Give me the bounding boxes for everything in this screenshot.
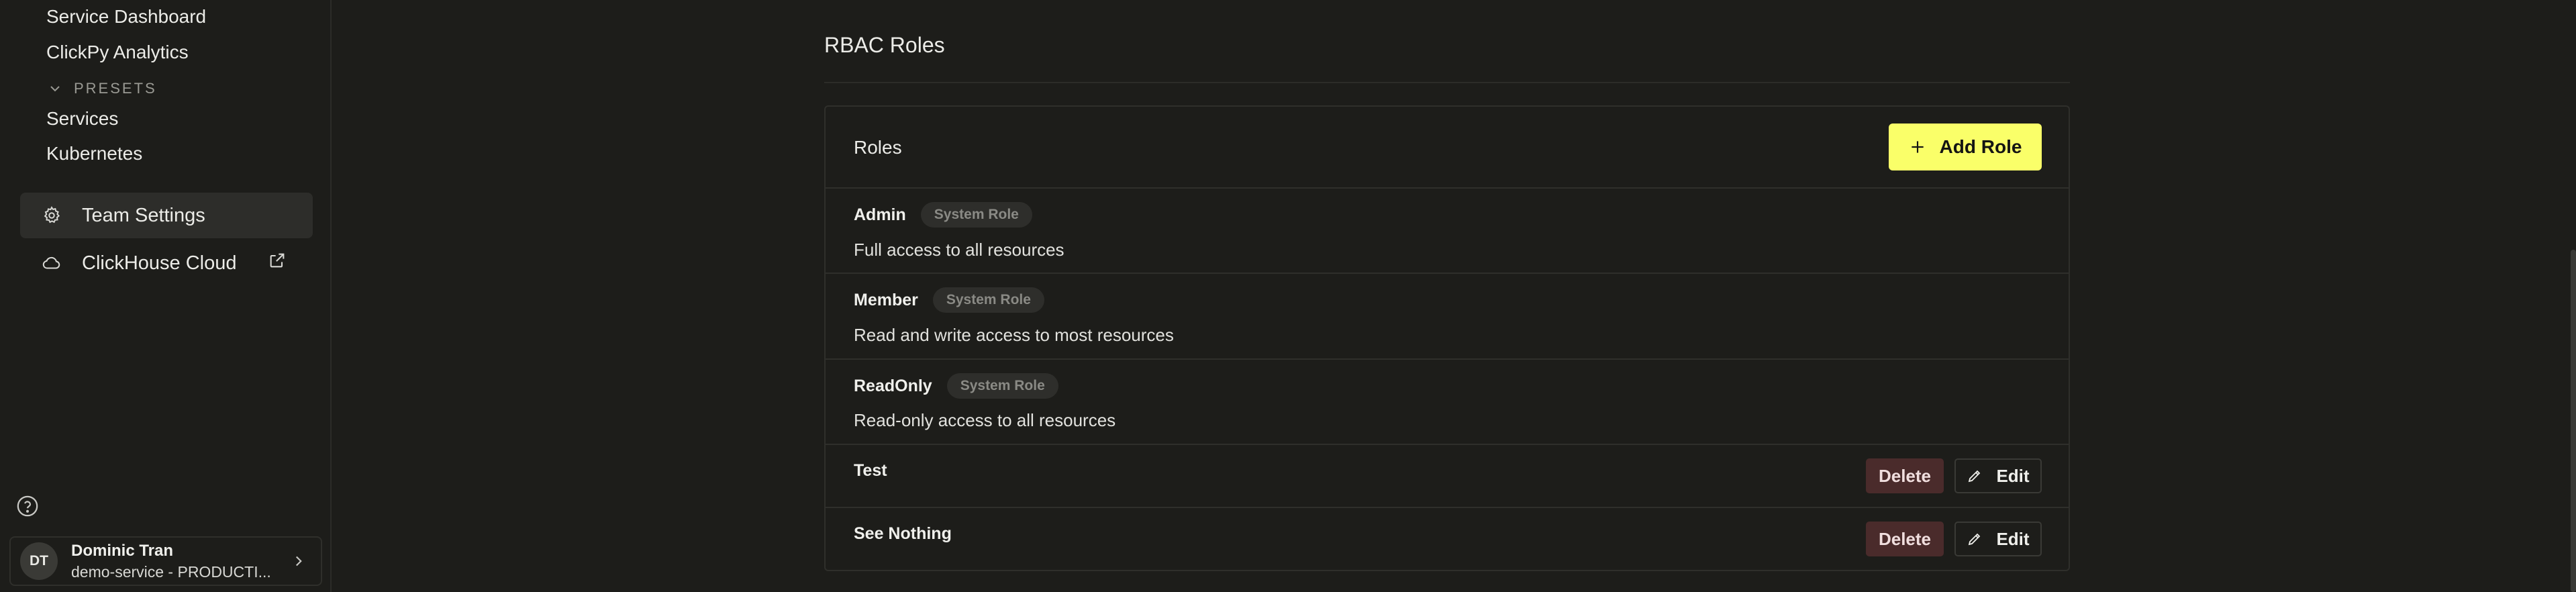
- app-root: Service Dashboard ClickPy Analytics PRES…: [0, 0, 2576, 592]
- nav-link-service-dashboard[interactable]: Service Dashboard: [46, 6, 206, 28]
- role-name: Admin: [854, 205, 906, 224]
- role-name-line: Admin System Role: [854, 202, 1032, 228]
- role-name: ReadOnly: [854, 376, 932, 395]
- system-role-badge: System Role: [946, 373, 1058, 399]
- panel-title: Roles: [854, 137, 902, 158]
- user-info: Dominic Tran demo-service - PRODUCTI...: [71, 542, 271, 581]
- role-row-readonly: ReadOnly System Role Read-only access to…: [826, 360, 2069, 445]
- edit-button[interactable]: Edit: [1954, 458, 2042, 493]
- role-name: Test: [854, 461, 887, 480]
- role-name-line: See Nothing: [854, 524, 952, 544]
- role-row-test: Test Delete Edit: [826, 445, 2069, 508]
- title-divider: [824, 82, 2070, 83]
- role-row-admin: Admin System Role Full access to all res…: [826, 189, 2069, 274]
- cloud-icon: [42, 256, 60, 269]
- pencil-icon: [1969, 533, 1981, 546]
- system-role-badge: System Role: [920, 202, 1032, 228]
- row-actions: Delete Edit: [1866, 458, 2042, 493]
- nav-link-kubernetes[interactable]: Kubernetes: [46, 143, 142, 164]
- plus-icon: [1911, 141, 1924, 153]
- user-service: demo-service - PRODUCTI...: [71, 562, 271, 581]
- user-name: Dominic Tran: [71, 541, 174, 560]
- sidebar: Service Dashboard ClickPy Analytics PRES…: [0, 0, 332, 592]
- clickhouse-cloud-label: ClickHouse Cloud: [82, 252, 237, 274]
- system-role-badge: System Role: [932, 287, 1044, 313]
- role-row-see-nothing: See Nothing Delete Edit: [826, 508, 2069, 570]
- role-name-line: Test: [854, 461, 887, 481]
- pencil-icon: [1969, 470, 1981, 483]
- panel-header: Roles Add Role: [826, 107, 2069, 189]
- nav-link-services[interactable]: Services: [46, 108, 118, 130]
- scrollbar[interactable]: [2571, 250, 2576, 592]
- sidebar-item-clickhouse-cloud[interactable]: ClickHouse Cloud: [20, 240, 313, 286]
- role-row-member: Member System Role Read and write access…: [826, 274, 2069, 360]
- team-settings-label: Team Settings: [82, 204, 205, 226]
- role-description: Full access to all resources: [854, 240, 1064, 260]
- role-name-line: Member System Role: [854, 287, 1044, 313]
- role-name-line: ReadOnly System Role: [854, 373, 1058, 399]
- nav-link-clickpy-analytics[interactable]: ClickPy Analytics: [46, 42, 189, 63]
- user-menu[interactable]: DT Dominic Tran demo-service - PRODUCTI.…: [9, 536, 322, 586]
- edit-button[interactable]: Edit: [1954, 522, 2042, 556]
- delete-button[interactable]: Delete: [1866, 522, 1944, 556]
- avatar: DT: [20, 542, 58, 580]
- roles-panel: Roles Add Role Admin System Role Full ac…: [824, 105, 2070, 571]
- role-description: Read-only access to all resources: [854, 410, 1116, 430]
- edit-label: Edit: [1996, 465, 2030, 486]
- role-name: Member: [854, 290, 918, 309]
- gear-icon: [44, 206, 60, 224]
- role-name: See Nothing: [854, 524, 952, 543]
- page-title: RBAC Roles: [824, 33, 945, 57]
- delete-button[interactable]: Delete: [1866, 458, 1944, 493]
- presets-section-toggle[interactable]: PRESETS: [48, 80, 157, 97]
- add-role-label: Add Role: [1939, 136, 2022, 157]
- edit-label: Edit: [1996, 528, 2030, 549]
- presets-label: PRESETS: [74, 80, 157, 97]
- chevron-right-icon: [295, 556, 302, 566]
- external-link-icon: [268, 251, 287, 275]
- role-description: Read and write access to most resources: [854, 325, 1174, 345]
- row-actions: Delete Edit: [1866, 522, 2042, 556]
- sidebar-item-team-settings[interactable]: Team Settings: [20, 193, 313, 238]
- chevron-down-icon: [50, 86, 60, 92]
- add-role-button[interactable]: Add Role: [1889, 124, 2042, 170]
- help-icon[interactable]: [16, 495, 39, 517]
